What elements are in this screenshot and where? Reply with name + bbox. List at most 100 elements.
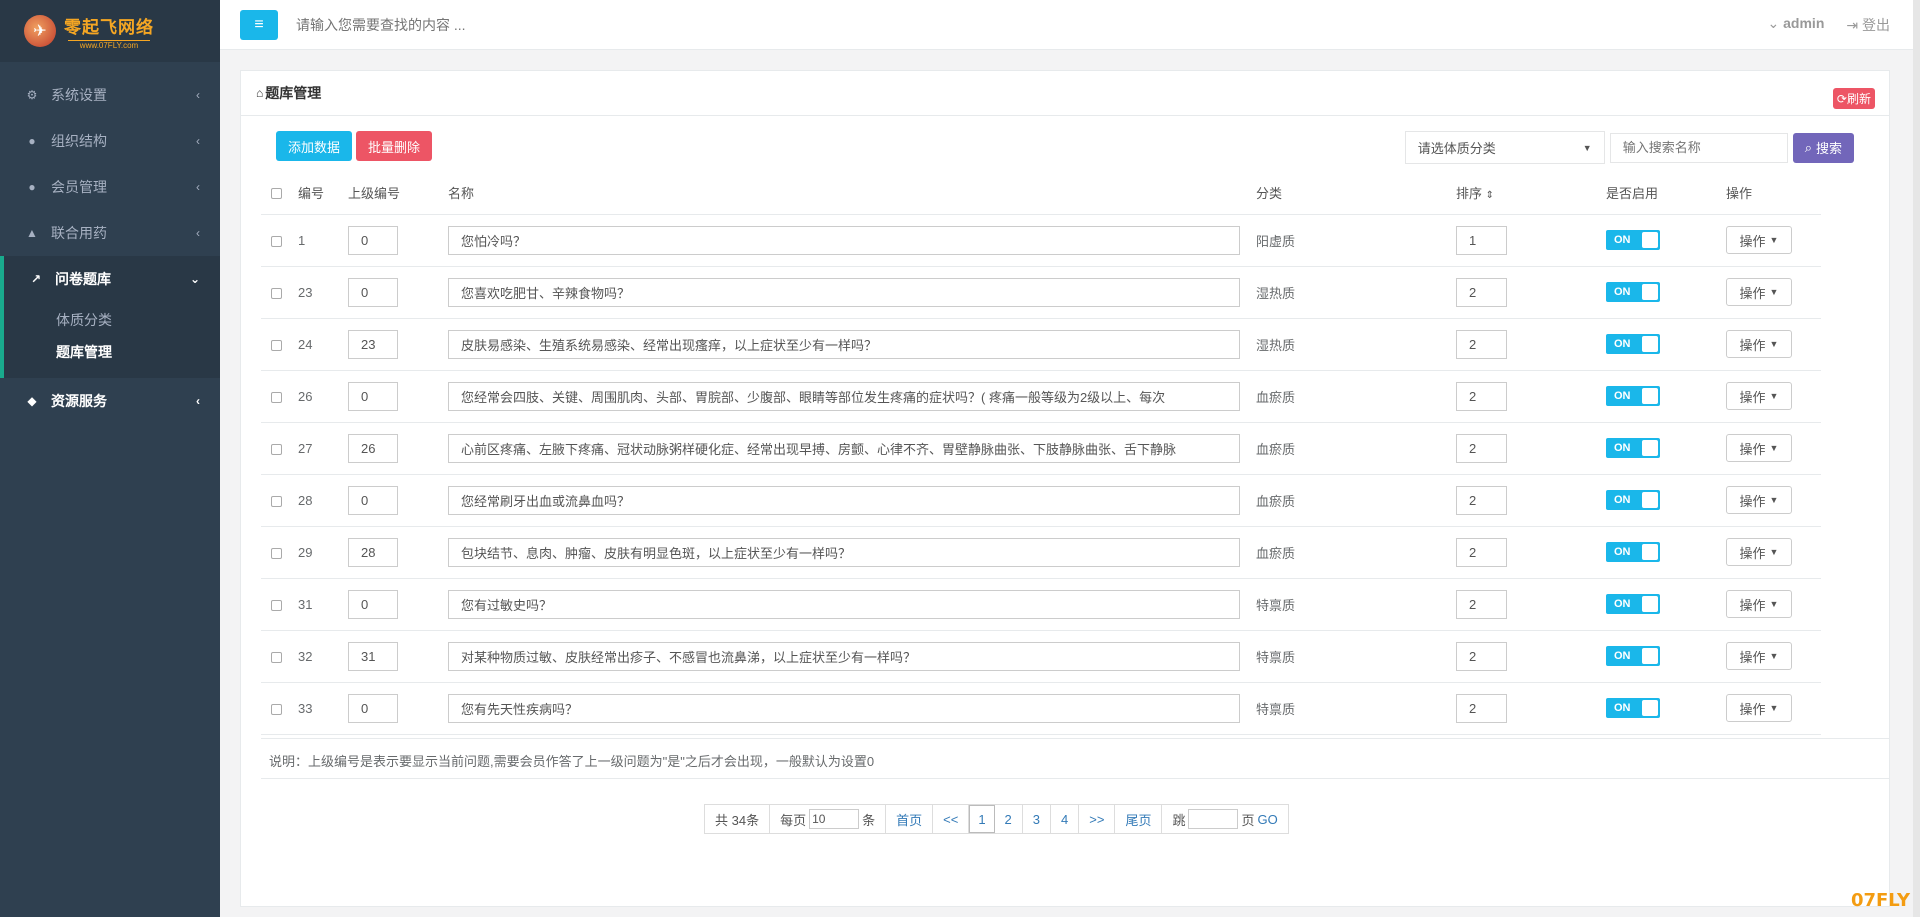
row-checkbox[interactable] [271,651,282,663]
add-data-button[interactable]: 添加数据 [276,131,353,161]
sort-input[interactable]: 2 [1456,589,1507,619]
row-checkbox[interactable] [271,339,282,351]
row-checkbox[interactable] [271,495,282,507]
enabled-toggle[interactable]: ON [1606,334,1660,354]
question-name-input[interactable]: 您有过敏史吗？ [448,589,1240,619]
enabled-toggle[interactable]: ON [1606,282,1660,302]
name-search-input[interactable] [1609,132,1788,163]
last-page-link[interactable]: 尾页 [1115,805,1163,833]
row-category: 特禀质 [1256,682,1456,735]
row-actions-dropdown[interactable]: 操作 ▼ [1726,278,1792,306]
sidebar-item-members[interactable]: ● 会员管理 ‹ [0,164,220,210]
sidebar-item-questionnaire[interactable]: ↗ 问卷题库 ⌄ [4,256,220,302]
row-checkbox[interactable] [271,703,282,715]
enabled-toggle[interactable]: ON [1606,230,1660,250]
parent-id-input[interactable]: 0 [348,589,398,619]
sidebar-item-combined-medication[interactable]: ▲ 联合用药 ‹ [0,210,220,256]
next-page-link[interactable]: >> [1079,805,1116,833]
enabled-toggle[interactable]: ON [1606,594,1660,614]
sort-input[interactable]: 2 [1456,329,1507,359]
sort-input[interactable]: 2 [1456,641,1507,671]
parent-id-input[interactable]: 0 [348,693,398,723]
sidebar-subitem-question-bank[interactable]: 题库管理 [4,336,220,368]
sort-input[interactable]: 1 [1456,225,1507,255]
sort-input[interactable]: 2 [1456,277,1507,307]
per-page-input[interactable]: 10 [809,809,860,829]
row-actions-dropdown[interactable]: 操作 ▼ [1726,538,1792,566]
col-sort[interactable]: 排序 ⇕ [1456,171,1606,215]
row-actions-dropdown[interactable]: 操作 ▼ [1726,694,1792,722]
row-actions-dropdown[interactable]: 操作 ▼ [1726,486,1792,514]
row-category: 血瘀质 [1256,526,1456,579]
caret-down-icon: ▼ [1769,495,1779,505]
sort-input[interactable]: 2 [1456,537,1507,567]
search-button[interactable]: ⌕ 搜索 [1792,132,1854,163]
go-button[interactable]: GO [1257,812,1277,827]
question-name-input[interactable]: 心前区疼痛、左腋下疼痛、冠状动脉粥样硬化症、经常出现早搏、房颤、心律不齐、胃壁静… [448,433,1240,463]
sidebar-item-label: 联合用药 [51,225,107,241]
row-actions-dropdown[interactable]: 操作 ▼ [1726,642,1792,670]
sidebar-subitem-constitution-category[interactable]: 体质分类 [4,304,220,336]
question-name-input[interactable]: 您经常会四肢、关键、周围肌肉、头部、胃脘部、少腹部、眼睛等部位发生疼痛的症状吗？… [448,381,1240,411]
row-actions-dropdown[interactable]: 操作 ▼ [1726,434,1792,462]
enabled-toggle[interactable]: ON [1606,646,1660,666]
page-scrollbar[interactable] [1913,0,1920,917]
sort-input[interactable]: 2 [1456,381,1507,411]
jump-page-input[interactable] [1188,809,1239,829]
category-select[interactable]: 请选体质分类 ▼ [1404,131,1605,164]
parent-id-input[interactable]: 0 [348,225,398,255]
row-checkbox[interactable] [271,235,282,247]
parent-id-input[interactable]: 31 [348,641,398,671]
sort-input[interactable]: 2 [1456,433,1507,463]
question-name-input[interactable]: 皮肤易感染、生殖系统易感染、经常出现瘙痒，以上症状至少有一样吗？ [448,329,1240,359]
select-all-checkbox[interactable] [271,187,282,199]
question-name-input[interactable]: 您有先天性疾病吗？ [448,693,1240,723]
row-checkbox[interactable] [271,443,282,455]
enabled-toggle[interactable]: ON [1606,542,1660,562]
enabled-toggle[interactable]: ON [1606,386,1660,406]
row-checkbox[interactable] [271,547,282,559]
refresh-button[interactable]: ⟳刷新 [1832,88,1875,109]
parent-id-input[interactable]: 28 [348,537,398,567]
row-actions-dropdown[interactable]: 操作 ▼ [1726,590,1792,618]
prev-page-link[interactable]: << [933,805,970,833]
page-link-3[interactable]: 3 [1023,805,1052,833]
top-search-input[interactable] [296,16,696,33]
help-note: 说明：上级编号是表示要显示当前问题,需要会员作答了上一级问题为"是"之后才会出现… [269,754,875,769]
parent-id-input[interactable]: 23 [348,329,398,359]
sort-input[interactable]: 2 [1456,485,1507,515]
parent-id-input[interactable]: 0 [348,485,398,515]
question-name-input[interactable]: 对某种物质过敏、皮肤经常出疹子、不感冒也流鼻涕，以上症状至少有一样吗？ [448,641,1240,671]
question-name-input[interactable]: 您喜欢吃肥甘、辛辣食物吗？ [448,277,1240,307]
row-actions-dropdown[interactable]: 操作 ▼ [1726,226,1792,254]
sidebar-item-resource-service[interactable]: ◆ 资源服务 ‹ [0,378,220,424]
parent-id-input[interactable]: 0 [348,381,398,411]
sidebar-item-organization[interactable]: ● 组织结构 ‹ [0,118,220,164]
logo[interactable]: ✈ 零起飞网络 www.07FLY.com [0,0,220,62]
page-link-1[interactable]: 1 [969,805,995,833]
enabled-toggle[interactable]: ON [1606,490,1660,510]
row-actions-dropdown[interactable]: 操作 ▼ [1726,330,1792,358]
sidebar-item-system-settings[interactable]: ⚙ 系统设置 ‹ [0,72,220,118]
table-row: 23 0 您喜欢吃肥甘、辛辣食物吗？ 湿热质 2 ON 操作 ▼ [261,266,1821,319]
enabled-toggle[interactable]: ON [1606,438,1660,458]
question-name-input[interactable]: 您怕冷吗？ [448,225,1240,255]
parent-id-input[interactable]: 26 [348,433,398,463]
parent-id-input[interactable]: 0 [348,277,398,307]
page-link-2[interactable]: 2 [995,805,1023,833]
actions-label: 操作 [1739,701,1766,717]
user-menu[interactable]: ⌄ admin [1768,15,1825,35]
enabled-toggle[interactable]: ON [1606,698,1660,718]
question-name-input[interactable]: 您经常刷牙出血或流鼻血吗？ [448,485,1240,515]
logout-link[interactable]: ⇥ 登出 [1846,15,1890,35]
first-page-link[interactable]: 首页 [886,805,934,833]
menu-toggle-button[interactable]: ≡ [240,9,278,40]
row-checkbox[interactable] [271,287,282,299]
row-actions-dropdown[interactable]: 操作 ▼ [1726,382,1792,410]
row-checkbox[interactable] [271,391,282,403]
page-link-4[interactable]: 4 [1051,805,1080,833]
batch-delete-button[interactable]: 批量删除 [356,131,433,161]
sort-input[interactable]: 2 [1456,693,1507,723]
row-checkbox[interactable] [271,599,282,611]
question-name-input[interactable]: 包块结节、息肉、肿瘤、皮肤有明显色斑，以上症状至少有一样吗？ [448,537,1240,567]
